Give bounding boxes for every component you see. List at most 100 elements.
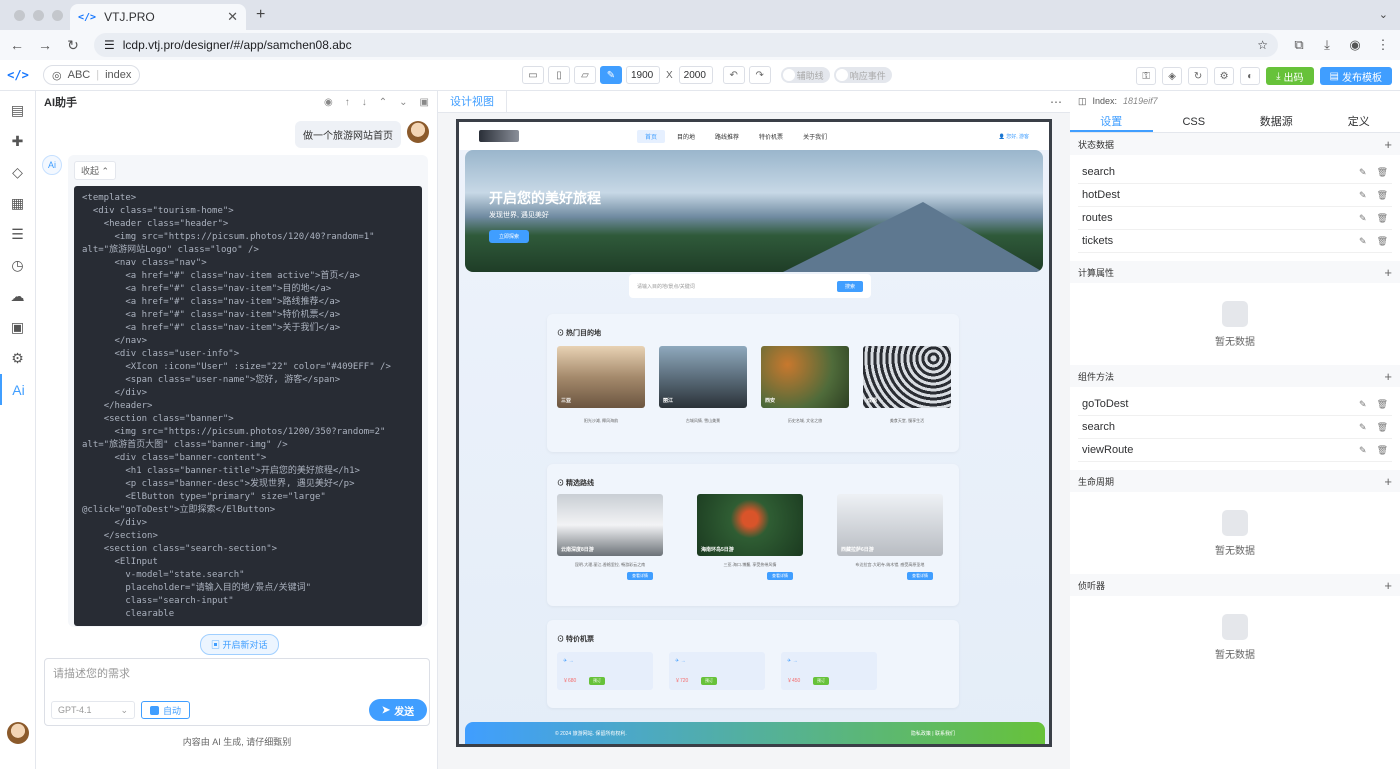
- method-item[interactable]: goToDest ✎ 🗑: [1078, 393, 1392, 416]
- ticket-card[interactable]: ✈ → ￥450 预订: [781, 652, 877, 690]
- route-detail-button[interactable]: 查看详情: [767, 572, 793, 580]
- delete-icon[interactable]: 🗑: [1377, 399, 1388, 410]
- star-icon[interactable]: ☆: [1257, 38, 1268, 52]
- dest-card[interactable]: 丽江 古城风情, 雪山美景: [659, 346, 747, 424]
- eye-icon[interactable]: ◉: [324, 97, 333, 108]
- site-info-icon[interactable]: ☰: [104, 38, 115, 52]
- state-item[interactable]: routes ✎ 🗑: [1078, 207, 1392, 230]
- browser-tab[interactable]: </> VTJ.PRO ✕: [70, 4, 246, 30]
- add-icon[interactable]: +: [1384, 265, 1392, 280]
- delete-icon[interactable]: 🗑: [1377, 167, 1388, 178]
- collapse-button[interactable]: 收起 ⌃: [74, 161, 117, 180]
- user-avatar[interactable]: [7, 722, 29, 744]
- delete-icon[interactable]: 🗑: [1377, 190, 1388, 201]
- cloud-icon[interactable]: ☁: [0, 281, 36, 312]
- maximize-dot[interactable]: [52, 10, 63, 21]
- minimize-dot[interactable]: [33, 10, 44, 21]
- add-icon[interactable]: +: [1384, 137, 1392, 152]
- dest-card[interactable]: 西安 历史名城, 文化之旅: [761, 346, 849, 424]
- route-detail-button[interactable]: 查看详情: [907, 572, 933, 580]
- height-input[interactable]: 2000: [678, 66, 713, 84]
- arrow-down-icon[interactable]: ↓: [362, 97, 367, 108]
- add-icon[interactable]: +: [1384, 369, 1392, 384]
- preview-icon[interactable]: ◈: [1162, 67, 1183, 85]
- edit-icon[interactable]: ✎: [1359, 190, 1367, 201]
- redo-icon[interactable]: ↷: [748, 66, 771, 84]
- width-input[interactable]: 1900: [626, 66, 660, 84]
- more-icon[interactable]: ⋯: [1050, 95, 1062, 109]
- edit-icon[interactable]: ✎: [1359, 422, 1367, 433]
- edit-icon[interactable]: ✎: [1359, 213, 1367, 224]
- route-card[interactable]: 海南环岛5日游 三亚-海口-博鳌, 享受热带风情 查看详情: [697, 494, 803, 580]
- forward-icon[interactable]: →: [38, 37, 52, 53]
- ticket-card[interactable]: ✈ → ￥680 预订: [557, 652, 653, 690]
- edit-icon[interactable]: ✎: [1359, 445, 1367, 456]
- arrow-up-icon[interactable]: ↑: [345, 97, 350, 108]
- delete-icon[interactable]: 🗑: [1377, 236, 1388, 247]
- tab-datasource[interactable]: 数据源: [1235, 111, 1318, 132]
- edit-icon[interactable]: ✎: [1359, 399, 1367, 410]
- close-icon[interactable]: ✕: [227, 9, 238, 25]
- events-toggle[interactable]: 响应事件: [833, 67, 892, 83]
- apps-icon[interactable]: ▣: [0, 312, 36, 343]
- project-selector[interactable]: ◎ ABC | index: [43, 65, 141, 85]
- edit-icon[interactable]: ✎: [1359, 236, 1367, 247]
- site-nav-item[interactable]: 特价机票: [751, 130, 791, 143]
- components-icon[interactable]: ✚: [0, 126, 36, 157]
- chevron-down-icon[interactable]: ⌄: [1379, 8, 1388, 21]
- delete-icon[interactable]: 🗑: [1377, 445, 1388, 456]
- site-nav-item[interactable]: 关于我们: [795, 130, 835, 143]
- desktop-icon[interactable]: ▭: [522, 66, 544, 84]
- new-tab-icon[interactable]: +: [256, 6, 265, 24]
- lock-icon[interactable]: ⚿: [1136, 67, 1157, 85]
- ai-icon[interactable]: Ai: [0, 374, 36, 405]
- site-nav-item[interactable]: 目的地: [669, 130, 703, 143]
- book-button[interactable]: 预订: [701, 677, 717, 685]
- extensions-icon[interactable]: ⧉: [1292, 38, 1306, 52]
- site-user[interactable]: 👤 您好, 游客: [999, 133, 1029, 140]
- state-item[interactable]: search ✎ 🗑: [1078, 161, 1392, 184]
- edit-icon[interactable]: ✎: [1359, 167, 1367, 178]
- menu-icon[interactable]: ⋮: [1376, 38, 1390, 52]
- site-search-button[interactable]: 搜索: [836, 280, 863, 292]
- tab-define[interactable]: 定义: [1318, 111, 1400, 132]
- pages-icon[interactable]: ▤: [0, 95, 36, 126]
- history-icon[interactable]: ◷: [0, 250, 36, 281]
- explore-button[interactable]: 立即探索: [489, 230, 530, 243]
- route-card[interactable]: 云南深度8日游 昆明-大理-丽江-香格里拉, 畅游彩云之南 查看详情: [557, 494, 663, 580]
- footer-links[interactable]: 隐私政策 | 联系我们: [911, 730, 955, 737]
- chevron-up-icon[interactable]: ⌃: [379, 97, 387, 108]
- profile-icon[interactable]: ◉: [1348, 38, 1362, 52]
- back-icon[interactable]: ←: [10, 37, 24, 53]
- undo-icon[interactable]: ↶: [722, 66, 745, 84]
- download-icon[interactable]: ⤓: [1320, 38, 1334, 52]
- site-nav-item[interactable]: 路线推荐: [707, 130, 747, 143]
- tablet-icon[interactable]: ▯: [548, 66, 570, 84]
- method-item[interactable]: search ✎ 🗑: [1078, 416, 1392, 439]
- url-field[interactable]: ☰ lcdp.vtj.pro/designer/#/app/samchen08.…: [94, 33, 1278, 57]
- book-button[interactable]: 预订: [589, 677, 605, 685]
- window-icon[interactable]: ▣: [420, 97, 429, 108]
- publish-button[interactable]: ▤ 发布模板: [1319, 67, 1392, 85]
- reload-icon[interactable]: ↻: [66, 37, 80, 54]
- outline-icon[interactable]: ☰: [0, 219, 36, 250]
- state-item[interactable]: hotDest ✎ 🗑: [1078, 184, 1392, 207]
- delete-icon[interactable]: 🗑: [1377, 213, 1388, 224]
- refresh-icon[interactable]: ↻: [1188, 67, 1209, 85]
- send-button[interactable]: ➤ 发送: [369, 699, 427, 721]
- edit-icon[interactable]: ✎: [600, 66, 622, 84]
- delete-icon[interactable]: 🗑: [1377, 422, 1388, 433]
- tab-css[interactable]: CSS: [1153, 111, 1236, 132]
- state-item[interactable]: tickets ✎ 🗑: [1078, 230, 1392, 253]
- site-search[interactable]: 请输入目的地/景点/关键词 搜索: [629, 274, 871, 298]
- help-icon[interactable]: ◐: [1240, 67, 1261, 85]
- site-nav-item[interactable]: 首页: [637, 129, 666, 143]
- settings-icon[interactable]: ⚙: [0, 343, 36, 374]
- tab-design-view[interactable]: 设计视图: [438, 90, 507, 113]
- blocks-icon[interactable]: ◇: [0, 157, 36, 188]
- dest-card[interactable]: 三亚 阳光沙滩, 椰风海韵: [557, 346, 645, 424]
- dest-card[interactable]: 成都 美食天堂, 慢享生活: [863, 346, 951, 424]
- code-block[interactable]: <template> <div class="tourism-home"> <h…: [74, 186, 422, 626]
- new-chat-button[interactable]: ▣ 开启新对话: [200, 634, 279, 655]
- route-card[interactable]: 西藏拉萨6日游 布达拉宫-大昭寺-纳木错, 感受高原圣地 查看详情: [837, 494, 943, 580]
